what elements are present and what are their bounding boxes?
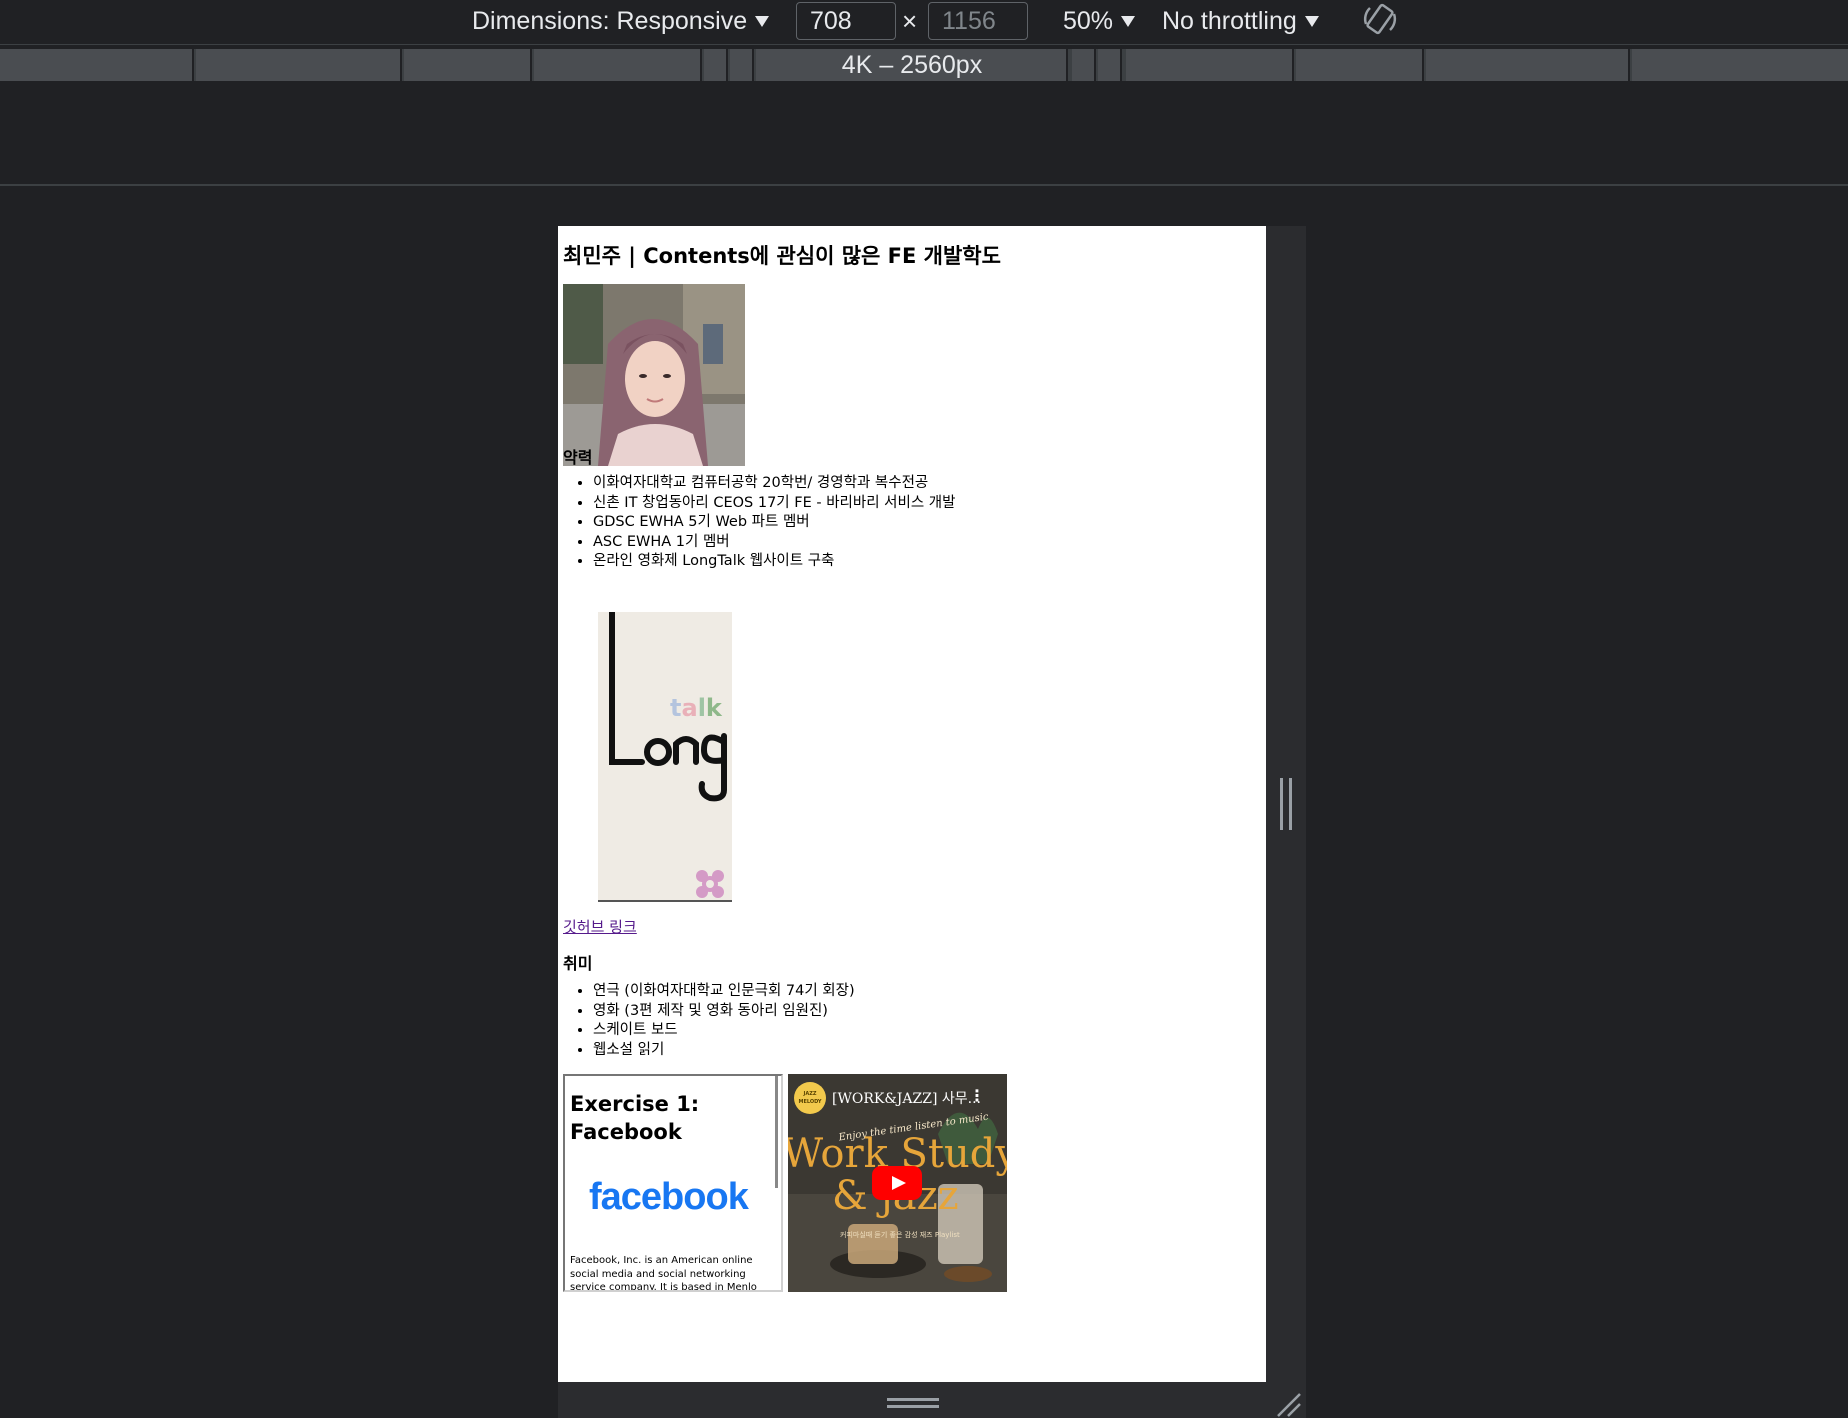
list-item: GDSC EWHA 5기 Web 파트 멤버 [593,513,955,533]
page-title: 최민주 | Contents에 관심이 많은 FE 개발학도 [563,244,1001,268]
list-item: 신촌 IT 창업동아리 CEOS 17기 FE - 바리바리 서비스 개발 [593,494,955,514]
channel-avatar[interactable]: JAZZ MELODY [794,1082,826,1114]
width-input[interactable]: 708 [796,2,896,40]
longtalk-logo-image: talk [598,612,732,902]
zoom-label: 50% [1063,6,1114,35]
iframe-title: Exercise 1: Facebook [570,1092,700,1144]
resize-handle-bottom[interactable] [887,1398,939,1408]
list-item: 연극 (이화여자대학교 인문극회 74기 회장) [593,982,855,1002]
list-item: 온라인 영화제 LongTalk 웹사이트 구축 [593,552,955,572]
list-item: 영화 (3편 제작 및 영화 동아리 임원진) [593,1002,855,1022]
dimensions-label: Dimensions: Responsive [472,6,748,35]
resize-corner-icon[interactable] [1274,1390,1302,1418]
resize-handle-right[interactable] [1280,778,1292,830]
chevron-down-icon [755,15,770,27]
more-options-icon[interactable]: ⋮ [969,1086,985,1105]
chevron-down-icon [1121,15,1136,27]
throttling-label: No throttling [1162,6,1297,35]
dimensions-dropdown[interactable]: Dimensions: Responsive [472,4,770,38]
longtalk-logo-talk-text: talk [670,694,723,722]
youtube-embed[interactable]: JAZZ MELODY [WORK&JAZZ] 사무... ⋮ Enjoy th… [788,1074,1007,1292]
github-link[interactable]: 깃허브 링크 [563,916,637,937]
height-input[interactable]: 1156 [928,2,1028,40]
hobby-list: 연극 (이화여자대학교 인문극회 74기 회장) 영화 (3편 제작 및 영화 … [593,982,855,1060]
times-separator: × [902,6,918,36]
media-query-bar: 4K – 2560px [0,49,1848,81]
device-toolbar: Dimensions: Responsive 708 × 1156 50% No… [0,0,1848,45]
emulated-page: 최민주 | Contents에 관심이 많은 FE 개발학도 약력 이화여자대학… [558,226,1266,1382]
ruler-divider [0,184,1848,186]
hobby-heading: 취미 [563,954,593,973]
video-title[interactable]: [WORK&JAZZ] 사무... [832,1088,981,1108]
rotate-icon[interactable] [1360,0,1400,40]
media-query-label: 4K – 2560px [841,51,983,79]
iframe-scrollbar[interactable] [775,1076,778,1188]
facebook-iframe[interactable]: Exercise 1: Facebook facebook Facebook, … [563,1074,783,1292]
list-item: ASC EWHA 1기 멤버 [593,533,955,553]
career-heading: 약력 [563,448,593,467]
profile-photo [563,284,745,466]
zoom-dropdown[interactable]: 50% [1063,4,1136,38]
career-list: 이화여자대학교 컴퓨터공학 20학번/ 경영학과 복수전공 신촌 IT 창업동아… [593,474,955,572]
chevron-down-icon [1304,15,1319,27]
play-button[interactable] [872,1166,922,1200]
list-item: 웹소설 읽기 [593,1041,855,1061]
list-item: 스케이트 보드 [593,1021,855,1041]
iframe-description: Facebook, Inc. is an American online soc… [570,1255,757,1292]
thumbnail-caption: 커피마실때 듣기 좋은 감성 재즈 Playlist [840,1231,960,1239]
list-item: 이화여자대학교 컴퓨터공학 20학번/ 경영학과 복수전공 [593,474,955,494]
facebook-logo: facebook [589,1176,749,1218]
throttling-dropdown[interactable]: No throttling [1162,4,1319,38]
